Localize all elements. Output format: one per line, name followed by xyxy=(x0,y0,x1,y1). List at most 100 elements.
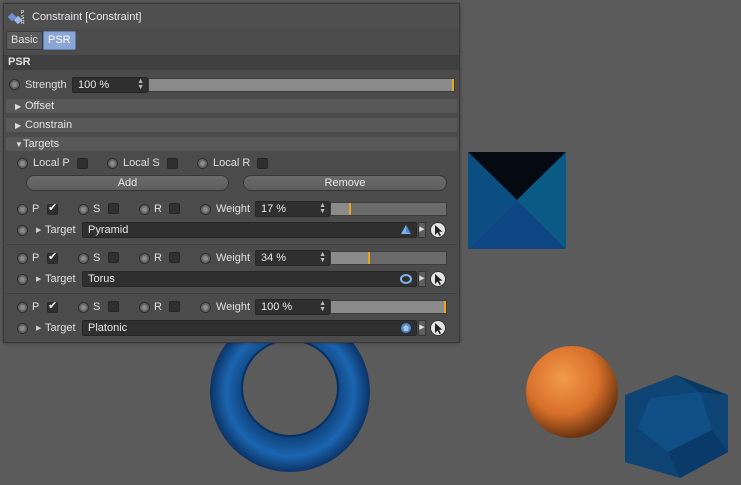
collapsed-triangle-icon[interactable]: ▶ xyxy=(36,226,41,234)
pick-object-icon[interactable] xyxy=(430,222,446,238)
pick-object-icon[interactable] xyxy=(430,320,446,336)
position-radio[interactable] xyxy=(17,253,28,264)
strength-label: Strength xyxy=(25,79,67,91)
collapsed-triangle-icon[interactable]: ▶ xyxy=(36,324,41,332)
sphere-object[interactable] xyxy=(526,346,618,438)
target-separator xyxy=(6,293,457,294)
position-checkbox[interactable] xyxy=(47,250,58,264)
local-s-label: Local S xyxy=(123,157,160,169)
slider-fill xyxy=(149,79,454,91)
slider-marker xyxy=(348,203,351,215)
target-name: Torus xyxy=(88,273,115,285)
weight-label: Weight xyxy=(216,203,251,215)
collapsed-triangle-icon: ▶ xyxy=(15,102,22,111)
target-name: Platonic xyxy=(88,322,128,334)
group-targets-label: Targets xyxy=(23,138,60,150)
position-checkbox[interactable] xyxy=(47,201,58,215)
target-radio[interactable] xyxy=(17,323,28,334)
pyramid-icon xyxy=(400,224,412,236)
strength-value: 100 % xyxy=(78,79,110,91)
local-p-radio[interactable] xyxy=(17,158,28,169)
position-label: P xyxy=(32,301,40,313)
position-radio[interactable] xyxy=(17,204,28,215)
target-radio[interactable] xyxy=(17,274,28,285)
weight-radio[interactable] xyxy=(200,253,211,264)
platonic-icon xyxy=(400,322,412,334)
weight-slider[interactable] xyxy=(330,251,447,265)
local-s-radio[interactable] xyxy=(107,158,118,169)
weight-radio[interactable] xyxy=(200,204,211,215)
group-targets[interactable]: ▼ Targets xyxy=(6,137,457,151)
expanded-triangle-icon: ▼ xyxy=(15,140,23,149)
rotation-radio[interactable] xyxy=(139,302,150,313)
scale-checkbox[interactable] xyxy=(108,203,119,214)
slider-marker xyxy=(444,301,446,313)
pyramid-object[interactable] xyxy=(468,152,566,249)
weight-slider[interactable] xyxy=(330,300,447,314)
local-p-checkbox[interactable] xyxy=(77,158,88,169)
weight-radio[interactable] xyxy=(200,302,211,313)
scale-checkbox[interactable] xyxy=(108,252,119,263)
collapsed-triangle-icon[interactable]: ▶ xyxy=(36,275,41,283)
target-link-field[interactable]: Torus xyxy=(82,271,417,287)
tab-psr[interactable]: PSR xyxy=(43,31,76,50)
constraint-icon: P S R xyxy=(8,10,25,26)
weight-field[interactable]: 34 % ▲ ▼ xyxy=(255,250,330,266)
position-label: P xyxy=(32,252,40,264)
slider-marker xyxy=(452,79,454,91)
spinner-arrows-icon[interactable]: ▲ ▼ xyxy=(319,300,326,313)
scale-radio[interactable] xyxy=(78,302,89,313)
weight-slider[interactable] xyxy=(330,202,447,216)
platonic-object[interactable] xyxy=(625,375,728,478)
remove-target-button[interactable]: Remove xyxy=(243,175,447,191)
rotation-label: R xyxy=(154,252,162,264)
strength-slider[interactable] xyxy=(148,78,455,92)
target-menu-arrow-icon[interactable]: ▶ xyxy=(418,222,426,238)
slider-fill xyxy=(331,252,371,264)
target-link-field[interactable]: Pyramid xyxy=(82,222,417,238)
rotation-radio[interactable] xyxy=(139,204,150,215)
position-radio[interactable] xyxy=(17,302,28,313)
scale-radio[interactable] xyxy=(78,204,89,215)
tab-basic[interactable]: Basic xyxy=(6,31,43,50)
weight-value: 17 % xyxy=(261,203,287,215)
spinner-arrows-icon[interactable]: ▲ ▼ xyxy=(319,202,326,215)
spinner-arrows-icon[interactable]: ▲ ▼ xyxy=(137,78,144,91)
scale-checkbox[interactable] xyxy=(108,301,119,312)
group-offset[interactable]: ▶ Offset xyxy=(6,99,457,113)
rotation-checkbox[interactable] xyxy=(169,203,180,214)
rotation-label: R xyxy=(154,301,162,313)
target-menu-arrow-icon[interactable]: ▶ xyxy=(418,320,426,336)
local-r-checkbox[interactable] xyxy=(257,158,268,169)
add-target-button[interactable]: Add xyxy=(26,175,229,191)
local-r-radio[interactable] xyxy=(197,158,208,169)
group-offset-label: Offset xyxy=(25,100,55,112)
weight-field[interactable]: 100 % ▲ ▼ xyxy=(255,299,330,315)
target-radio[interactable] xyxy=(17,225,28,236)
strength-animate-radio[interactable] xyxy=(9,79,20,90)
spinner-arrows-icon[interactable]: ▲ ▼ xyxy=(319,251,326,264)
target-link-field[interactable]: Platonic xyxy=(82,320,417,336)
strength-field[interactable]: 100 % ▲ ▼ xyxy=(72,77,148,93)
position-checkbox[interactable] xyxy=(47,299,58,313)
target-label: Target xyxy=(45,224,76,236)
rotation-label: R xyxy=(154,203,162,215)
scale-radio[interactable] xyxy=(78,253,89,264)
slider-marker xyxy=(368,252,371,264)
pick-object-icon[interactable] xyxy=(430,271,446,287)
local-r-label: Local R xyxy=(213,157,251,169)
attribute-manager: P S R Constraint [Constraint] Basic PSR … xyxy=(3,3,460,343)
group-constrain[interactable]: ▶ Constrain xyxy=(6,118,457,132)
local-p-label: Local P xyxy=(33,157,70,169)
svg-text:R: R xyxy=(21,20,25,26)
section-title: PSR xyxy=(8,56,31,68)
local-s-checkbox[interactable] xyxy=(167,158,178,169)
rotation-checkbox[interactable] xyxy=(169,252,180,263)
rotation-radio[interactable] xyxy=(139,253,150,264)
psr-section-header: PSR xyxy=(4,55,459,70)
target-menu-arrow-icon[interactable]: ▶ xyxy=(418,271,426,287)
weight-field[interactable]: 17 % ▲ ▼ xyxy=(255,201,330,217)
position-label: P xyxy=(32,203,40,215)
group-constrain-label: Constrain xyxy=(25,119,73,131)
rotation-checkbox[interactable] xyxy=(169,301,180,312)
